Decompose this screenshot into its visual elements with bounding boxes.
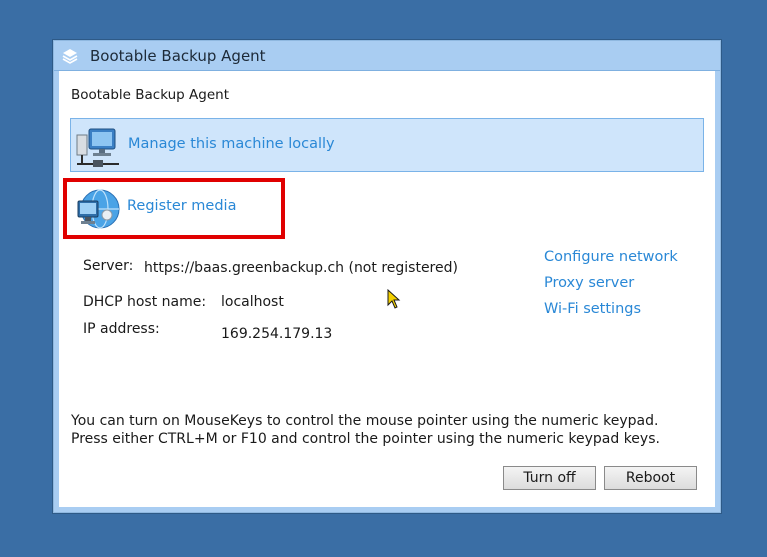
ip-label: IP address: <box>83 321 160 337</box>
turn-off-button[interactable]: Turn off <box>503 466 596 490</box>
dhcp-label: DHCP host name: <box>83 294 207 310</box>
proxy-server-link[interactable]: Proxy server <box>544 275 634 291</box>
register-media-highlight <box>63 178 285 239</box>
option-manage-locally[interactable]: Manage this machine locally <box>70 118 704 172</box>
option-manage-locally-label: Manage this machine locally <box>128 136 335 152</box>
mousekeys-note-line2: Press either CTRL+M or F10 and control t… <box>71 431 660 447</box>
computer-network-icon <box>76 128 119 167</box>
server-value: https://baas.greenbackup.ch (not registe… <box>144 260 458 276</box>
page-heading: Bootable Backup Agent <box>71 87 229 103</box>
layers-icon <box>62 49 78 64</box>
mouse-pointer-icon <box>387 289 401 309</box>
window-frame-bottom <box>54 507 720 512</box>
window-title: Bootable Backup Agent <box>90 47 266 65</box>
window-frame-right <box>715 71 720 512</box>
server-label: Server: <box>83 258 134 274</box>
configure-network-link[interactable]: Configure network <box>544 249 678 265</box>
reboot-button[interactable]: Reboot <box>604 466 697 490</box>
wifi-settings-link[interactable]: Wi-Fi settings <box>544 301 641 317</box>
mousekeys-note-line1: You can turn on MouseKeys to control the… <box>71 413 659 429</box>
dhcp-value: localhost <box>221 294 284 310</box>
ip-value: 169.254.179.13 <box>221 326 333 342</box>
window-frame-left <box>54 71 59 512</box>
agent-window: Bootable Backup Agent Bootable Backup Ag… <box>53 40 721 513</box>
title-bar[interactable]: Bootable Backup Agent <box>54 41 720 71</box>
